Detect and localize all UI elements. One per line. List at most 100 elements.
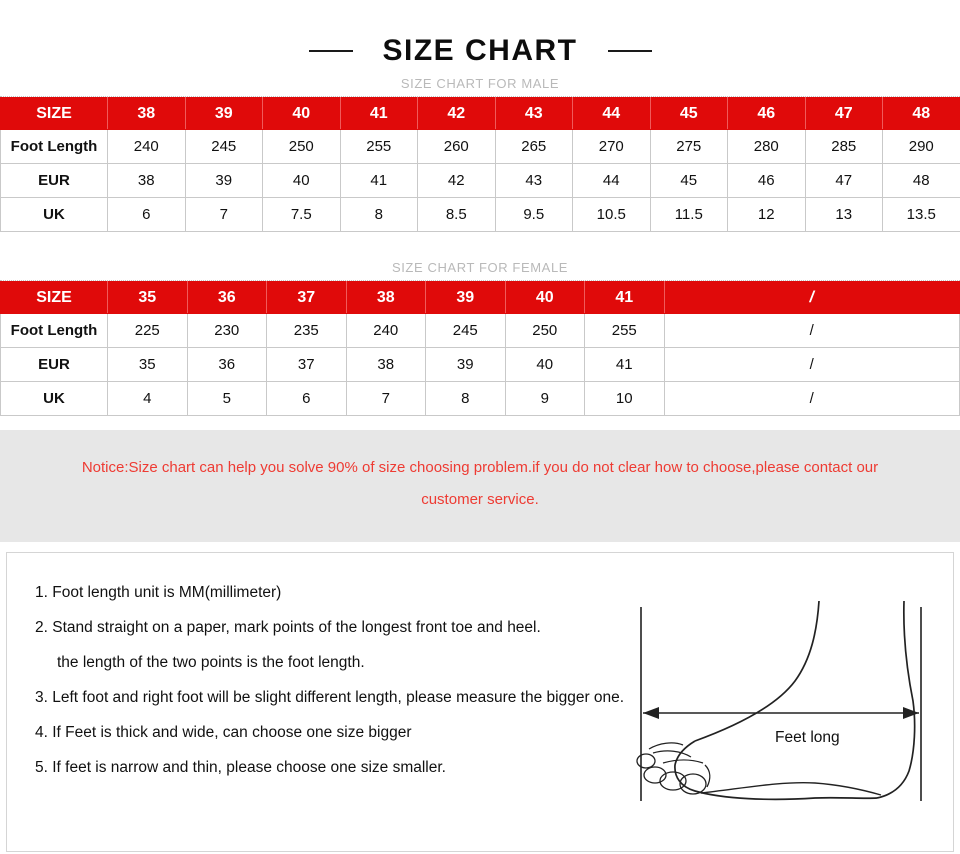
female-uk-1: 5: [186, 381, 267, 416]
male-section-caption: SIZE CHART FOR MALE: [400, 76, 560, 91]
female-uk-3: 7: [345, 381, 426, 416]
female-head-size-6: 41: [584, 281, 665, 314]
male-head-size-4: 42: [417, 97, 496, 130]
page-title-row: SIZE CHART: [0, 0, 960, 76]
male-head-size-1: 39: [184, 97, 263, 130]
male-row-label-uk: UK: [0, 197, 108, 232]
list-item: 1. Foot length unit is MM(millimeter): [35, 584, 282, 601]
table-row: EUR 38 39 40 41 42 43 44 45 46 47 48: [0, 163, 960, 198]
feet-long-label: Feet long: [771, 729, 844, 747]
list-item: 3. Left foot and right foot will be slig…: [35, 689, 625, 706]
female-eur-4: 39: [425, 347, 506, 382]
list-item: the length of the two points is the foot…: [57, 654, 365, 671]
female-foot-length-empty: /: [663, 313, 960, 348]
female-eur-1: 36: [186, 347, 267, 382]
male-uk-2: 7.5: [262, 197, 341, 232]
male-head-size-5: 43: [494, 97, 573, 130]
male-uk-8: 12: [727, 197, 806, 232]
female-head-size-label: SIZE: [0, 281, 108, 314]
male-head-size-0: 38: [107, 97, 186, 130]
female-uk-5: 9: [504, 381, 585, 416]
instructions-panel: 1. Foot length unit is MM(millimeter) 2.…: [6, 552, 954, 852]
male-row-label-eur: EUR: [0, 163, 108, 198]
instruction-list: 1. Foot length unit is MM(millimeter) 2.…: [35, 575, 695, 785]
female-head-size-5: 40: [504, 281, 585, 314]
female-uk-2: 6: [266, 381, 347, 416]
male-head-size-3: 41: [339, 97, 418, 130]
title-dash-right: [607, 50, 652, 52]
title-dash-left: [308, 50, 353, 52]
male-row-label-foot-length: Foot Length: [0, 129, 108, 164]
female-eur-empty: /: [663, 347, 960, 382]
male-eur-5: 43: [494, 163, 573, 198]
male-foot-length-10: 290: [882, 129, 960, 164]
male-foot-length-2: 250: [262, 129, 341, 164]
male-head-size-7: 45: [649, 97, 728, 130]
notice-line-2: customer service.: [421, 491, 539, 508]
female-uk-0: 4: [107, 381, 188, 416]
female-foot-length-4: 245: [425, 313, 506, 348]
male-head-size-9: 47: [804, 97, 883, 130]
male-foot-length-4: 260: [417, 129, 496, 164]
male-head-size-2: 40: [262, 97, 341, 130]
male-uk-6: 10.5: [572, 197, 651, 232]
male-head-size-8: 46: [727, 97, 806, 130]
male-head-size-10: 48: [882, 97, 960, 130]
male-uk-5: 9.5: [494, 197, 573, 232]
male-uk-1: 7: [184, 197, 263, 232]
male-foot-length-3: 255: [339, 129, 418, 164]
male-eur-9: 47: [804, 163, 883, 198]
list-item: 4. If Feet is thick and wide, can choose…: [35, 724, 412, 741]
female-head-size-1: 36: [186, 281, 267, 314]
male-foot-length-5: 265: [494, 129, 573, 164]
male-uk-9: 13: [804, 197, 883, 232]
female-foot-length-0: 225: [107, 313, 188, 348]
female-head-size-0: 35: [107, 281, 188, 314]
male-foot-length-7: 275: [649, 129, 728, 164]
table-row: Foot Length 240 245 250 255 260 265 270 …: [0, 129, 960, 164]
female-size-table: SIZE 35 36 37 38 39 40 41 / Foot Length …: [0, 281, 960, 416]
table-row: UK 4 5 6 7 8 9 10 /: [0, 381, 960, 416]
male-eur-7: 45: [649, 163, 728, 198]
female-row-label-eur: EUR: [0, 347, 108, 382]
male-foot-length-8: 280: [727, 129, 806, 164]
table-row: SIZE 35 36 37 38 39 40 41 /: [0, 281, 960, 314]
female-eur-5: 40: [504, 347, 585, 382]
notice-block: Notice:Size chart can help you solve 90%…: [0, 430, 960, 542]
table-row: EUR 35 36 37 38 39 40 41 /: [0, 347, 960, 382]
male-uk-0: 6: [107, 197, 186, 232]
male-size-table: SIZE 38 39 40 41 42 43 44 45 46 47 48 Fo…: [0, 97, 960, 232]
male-eur-0: 38: [107, 163, 186, 198]
male-eur-1: 39: [184, 163, 263, 198]
female-foot-length-5: 250: [504, 313, 585, 348]
female-section-caption: SIZE CHART FOR FEMALE: [391, 260, 569, 275]
table-row: UK 6 7 7.5 8 8.5 9.5 10.5 11.5 12 13 13.…: [0, 197, 960, 232]
female-head-size-2: 37: [266, 281, 347, 314]
male-uk-4: 8.5: [417, 197, 496, 232]
male-uk-3: 8: [339, 197, 418, 232]
male-eur-3: 41: [339, 163, 418, 198]
female-uk-4: 8: [425, 381, 506, 416]
female-foot-length-3: 240: [345, 313, 426, 348]
list-item: 2. Stand straight on a paper, mark point…: [35, 619, 541, 636]
table-row: Foot Length 225 230 235 240 245 250 255 …: [0, 313, 960, 348]
female-head-empty: /: [663, 281, 960, 314]
male-eur-6: 44: [572, 163, 651, 198]
female-eur-0: 35: [107, 347, 188, 382]
female-uk-empty: /: [663, 381, 960, 416]
notice-line-1: Notice:Size chart can help you solve 90%…: [81, 459, 879, 476]
male-eur-4: 42: [417, 163, 496, 198]
female-foot-length-2: 235: [266, 313, 347, 348]
female-eur-6: 41: [584, 347, 665, 382]
male-eur-8: 46: [727, 163, 806, 198]
female-foot-length-6: 255: [584, 313, 665, 348]
male-uk-10: 13.5: [882, 197, 960, 232]
list-item: 5. If feet is narrow and thin, please ch…: [35, 759, 446, 776]
female-foot-length-1: 230: [186, 313, 267, 348]
page-title: SIZE CHART: [382, 34, 578, 67]
female-uk-6: 10: [584, 381, 665, 416]
male-head-size-6: 44: [572, 97, 651, 130]
table-row: SIZE 38 39 40 41 42 43 44 45 46 47 48: [0, 97, 960, 130]
male-foot-length-0: 240: [107, 129, 186, 164]
female-head-size-3: 38: [345, 281, 426, 314]
